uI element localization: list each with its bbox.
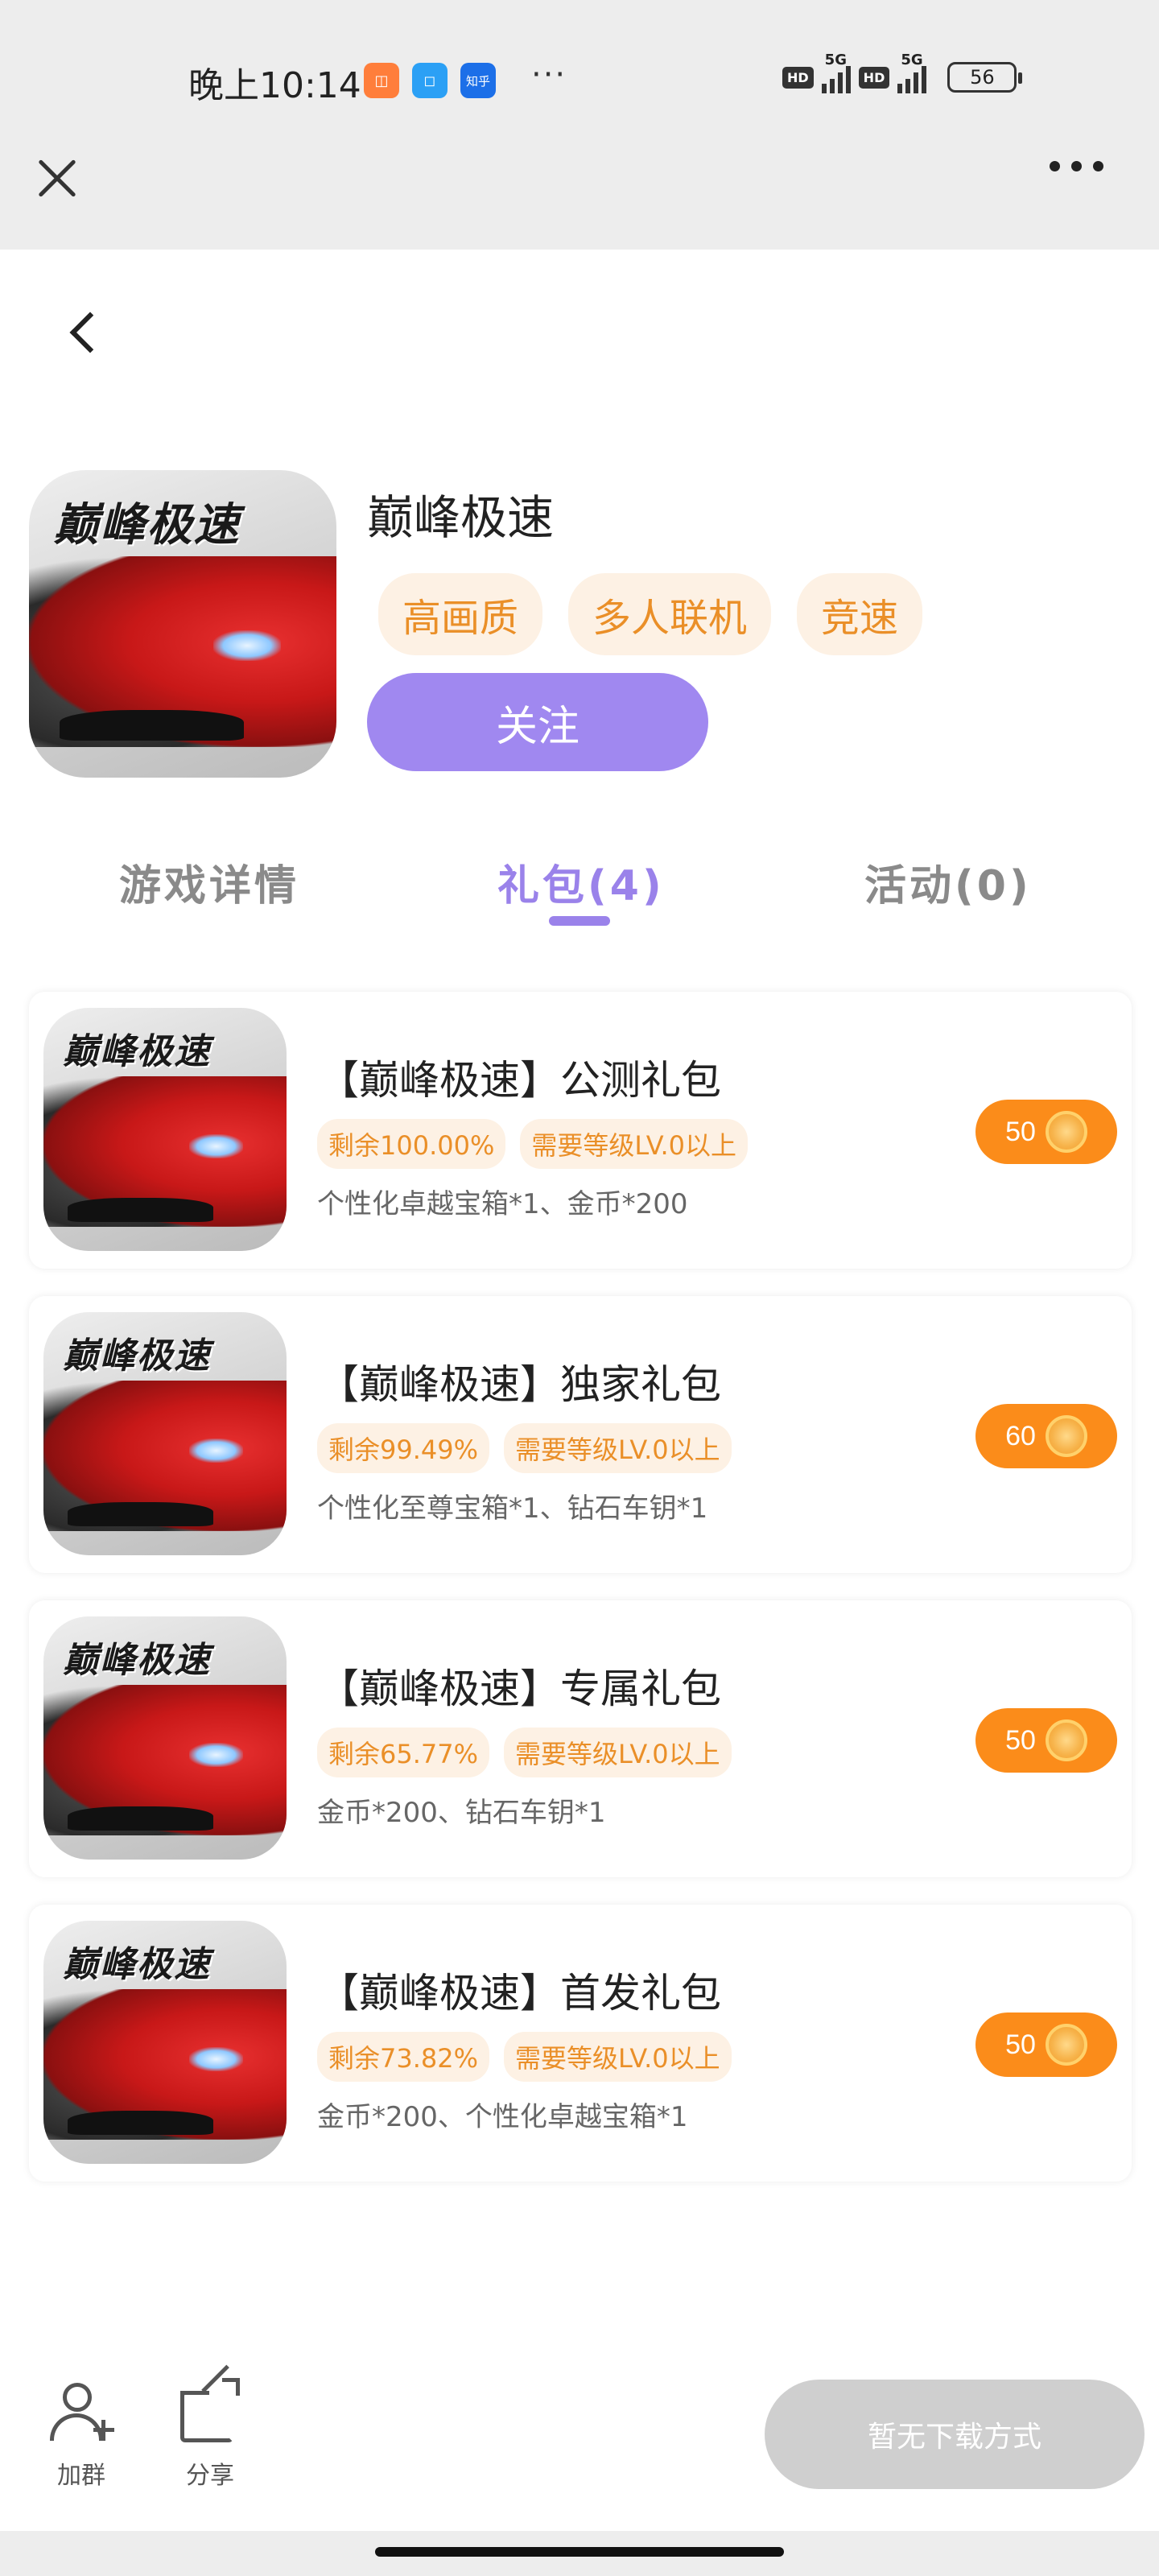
coin-icon	[1045, 1719, 1087, 1761]
thumbnail-logo-text: 巅峰极速	[63, 1031, 212, 1073]
claim-gift-button[interactable]: 50	[975, 1100, 1117, 1164]
price-label: 50	[1005, 1724, 1036, 1756]
thumbnail-logo-text: 巅峰极速	[63, 1944, 212, 1986]
active-tab-indicator	[549, 916, 610, 926]
join-group-label: 加群	[57, 2462, 105, 2490]
tab-gifts[interactable]: 礼包(4)	[497, 852, 665, 912]
add-user-icon	[47, 2378, 116, 2447]
game-icon-logo-text: 巅峰极速	[53, 498, 241, 551]
remaining-badge: 剩余100.00%	[317, 1119, 506, 1169]
coin-icon	[1045, 1415, 1087, 1457]
gift-thumbnail: 巅峰极速	[43, 1312, 287, 1555]
claim-gift-button[interactable]: 50	[975, 2013, 1117, 2077]
status-more-icon: ···	[531, 56, 567, 93]
remaining-badge: 剩余65.77%	[317, 1728, 490, 1777]
price-label: 50	[1005, 2029, 1036, 2060]
gift-card[interactable]: 巅峰极速 【巅峰极速】专属礼包 剩余65.77% 需要等级LV.0以上 金币*2…	[29, 1600, 1132, 1877]
thumbnail-logo-text: 巅峰极速	[63, 1640, 212, 1682]
remaining-badge: 剩余99.49%	[317, 1423, 490, 1473]
gift-description: 金币*200、钻石车钥*1	[317, 1797, 606, 1829]
share-button[interactable]: 分享	[175, 2364, 245, 2491]
gift-badges: 剩余73.82% 需要等级LV.0以上	[317, 2032, 732, 2082]
price-label: 60	[1005, 1420, 1036, 1451]
status-app-icons: ◫ ◻ 知乎	[364, 63, 496, 98]
level-badge: 需要等级LV.0以上	[520, 1119, 749, 1169]
zhihu-icon: 知乎	[460, 63, 496, 98]
gift-card[interactable]: 巅峰极速 【巅峰极速】公测礼包 剩余100.00% 需要等级LV.0以上 个性化…	[29, 992, 1132, 1269]
battery-icon: 56	[947, 62, 1023, 93]
gift-name: 【巅峰极速】独家礼包	[319, 1361, 721, 1408]
gift-thumbnail: 巅峰极速	[43, 1616, 287, 1860]
level-badge: 需要等级LV.0以上	[504, 1728, 732, 1777]
more-options-icon[interactable]	[1050, 161, 1103, 171]
webview-toolbar	[0, 121, 1159, 250]
message-app-icon: ◻	[412, 63, 448, 98]
download-button[interactable]: 暂无下载方式	[765, 2380, 1145, 2489]
game-icon: 巅峰极速	[29, 470, 336, 778]
signal-icon: 5G	[897, 52, 927, 93]
gift-badges: 剩余65.77% 需要等级LV.0以上	[317, 1728, 732, 1777]
gift-description: 个性化卓越宝箱*1、金币*200	[317, 1188, 688, 1220]
close-icon[interactable]	[32, 153, 82, 203]
taobao-icon: ◫	[364, 63, 399, 98]
game-tag: 多人联机	[568, 573, 772, 655]
status-indicators: HD 5G HD 5G 56	[782, 52, 1023, 93]
back-arrow-icon[interactable]	[69, 312, 111, 353]
gift-description: 金币*200、个性化卓越宝箱*1	[317, 2101, 688, 2133]
game-tags: 高画质 多人联机 竞速	[378, 573, 923, 655]
hd-badge: HD	[858, 66, 890, 89]
gift-description: 个性化至尊宝箱*1、钻石车钥*1	[317, 1492, 708, 1525]
signal-icon: 5G	[821, 52, 851, 93]
gift-name: 【巅峰极速】首发礼包	[319, 1970, 721, 2017]
join-group-button[interactable]: 加群	[47, 2378, 116, 2491]
gift-card[interactable]: 巅峰极速 【巅峰极速】独家礼包 剩余99.49% 需要等级LV.0以上 个性化至…	[29, 1296, 1132, 1573]
share-icon	[175, 2364, 245, 2447]
gift-list: 巅峰极速 【巅峰极速】公测礼包 剩余100.00% 需要等级LV.0以上 个性化…	[29, 992, 1132, 2209]
gift-thumbnail: 巅峰极速	[43, 1008, 287, 1251]
tab-game-details[interactable]: 游戏详情	[119, 852, 299, 912]
level-badge: 需要等级LV.0以上	[504, 2032, 732, 2082]
gift-name: 【巅峰极速】公测礼包	[319, 1057, 721, 1104]
claim-gift-button[interactable]: 60	[975, 1404, 1117, 1468]
gift-badges: 剩余99.49% 需要等级LV.0以上	[317, 1423, 732, 1473]
price-label: 50	[1005, 1116, 1036, 1147]
home-indicator[interactable]	[375, 2547, 784, 2557]
tab-events[interactable]: 活动(0)	[864, 852, 1032, 912]
status-time: 晚上10:14	[188, 65, 361, 106]
follow-button[interactable]: 关注	[367, 673, 708, 771]
coin-icon	[1045, 1111, 1087, 1153]
game-tag: 竞速	[797, 573, 923, 655]
remaining-badge: 剩余73.82%	[317, 2032, 490, 2082]
network-type-label: 5G	[901, 52, 923, 68]
share-label: 分享	[186, 2462, 234, 2490]
game-tag: 高画质	[378, 573, 543, 655]
thumbnail-logo-text: 巅峰极速	[63, 1335, 212, 1377]
gift-name: 【巅峰极速】专属礼包	[319, 1666, 721, 1712]
level-badge: 需要等级LV.0以上	[504, 1423, 732, 1473]
coin-icon	[1045, 2024, 1087, 2066]
gift-thumbnail: 巅峰极速	[43, 1921, 287, 2164]
network-type-label: 5G	[824, 52, 847, 68]
game-title: 巅峰极速	[367, 490, 555, 545]
hd-badge: HD	[782, 66, 814, 89]
claim-gift-button[interactable]: 50	[975, 1708, 1117, 1773]
gift-badges: 剩余100.00% 需要等级LV.0以上	[317, 1119, 749, 1169]
gift-card[interactable]: 巅峰极速 【巅峰极速】首发礼包 剩余73.82% 需要等级LV.0以上 金币*2…	[29, 1905, 1132, 2182]
